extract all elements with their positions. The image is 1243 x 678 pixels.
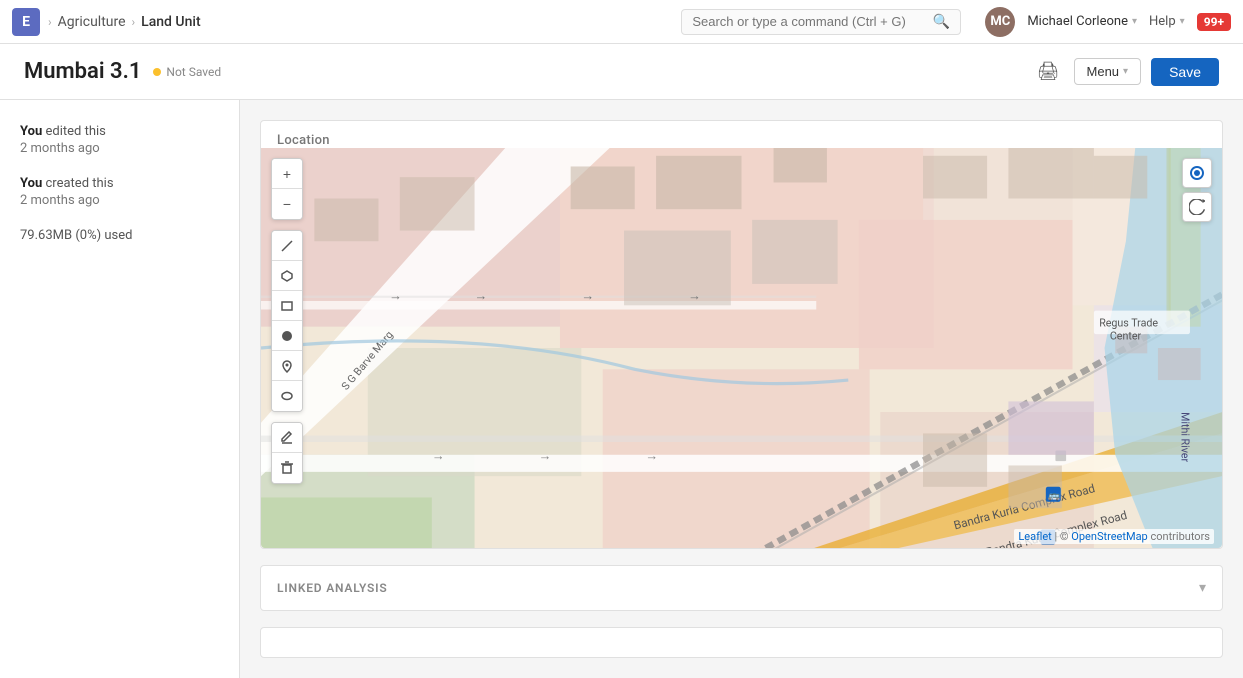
user-menu[interactable]: Michael Corleone ▾ (1027, 14, 1137, 29)
linked-analysis-header[interactable]: LINKED ANALYSIS ▾ (277, 580, 1206, 596)
sidebar: You edited this 2 months ago You created… (0, 100, 240, 678)
chevron-down-icon-linked: ▾ (1199, 580, 1206, 596)
content-area: Location (240, 100, 1243, 678)
svg-text:→: → (581, 289, 594, 304)
map-toolbar: + − (271, 158, 303, 484)
zoom-out-button[interactable]: − (272, 189, 302, 219)
map-container[interactable]: Bandra Kurla Complex Road Bandra Kurla C… (261, 148, 1222, 548)
page-title: Mumbai 3.1 (24, 59, 141, 84)
leaflet-link[interactable]: Leaflet (1018, 530, 1051, 543)
draw-rectangle-button[interactable] (272, 291, 302, 321)
osm-link[interactable]: OpenStreetMap (1071, 530, 1147, 543)
svg-text:Regus Trade: Regus Trade (1099, 317, 1158, 330)
created-label: You (20, 176, 42, 191)
svg-text:→: → (688, 289, 701, 304)
map-attribution: Leaflet | © OpenStreetMap contributors (1014, 529, 1214, 544)
draw-line-button[interactable] (272, 231, 302, 261)
created-time: 2 months ago (20, 193, 219, 208)
created-action: created this (46, 176, 114, 191)
menu-button[interactable]: Menu ▾ (1074, 58, 1142, 85)
svg-text:→: → (475, 289, 488, 304)
edited-action: edited this (46, 124, 106, 139)
svg-text:Mithi River: Mithi River (1178, 412, 1191, 462)
header-actions: 🖨 Menu ▾ Save (1033, 57, 1219, 86)
svg-text:Center: Center (1110, 329, 1142, 342)
map-svg: Bandra Kurla Complex Road Bandra Kurla C… (261, 148, 1222, 548)
created-info: You created this 2 months ago (20, 176, 219, 208)
storage-info: 79.63MB (0%) used (20, 228, 219, 243)
chevron-down-icon: ▾ (1132, 16, 1137, 27)
bottom-card (260, 627, 1223, 658)
svg-text:→: → (389, 289, 402, 304)
location-title: Location (261, 121, 1222, 148)
linked-analysis-card: LINKED ANALYSIS ▾ (260, 565, 1223, 611)
zoom-controls: + − (271, 158, 303, 220)
print-button[interactable]: 🖨 (1033, 57, 1064, 86)
help-button[interactable]: Help ▾ (1149, 14, 1185, 29)
linked-analysis-title: LINKED ANALYSIS (277, 581, 388, 595)
search-bar[interactable]: 🔍 (681, 9, 961, 35)
status-dot (153, 68, 161, 76)
avatar: MC (985, 7, 1015, 37)
edit-button[interactable] (272, 423, 302, 453)
status-badge: Not Saved (153, 65, 221, 79)
svg-text:→: → (539, 449, 552, 464)
chevron-right-icon: › (48, 15, 52, 29)
edited-info: You edited this 2 months ago (20, 124, 219, 156)
map-controls-right (1182, 158, 1212, 222)
refresh-button[interactable] (1182, 192, 1212, 222)
chevron-down-icon-help: ▾ (1180, 16, 1185, 27)
search-input[interactable] (692, 14, 927, 29)
draw-polygon-button[interactable] (272, 261, 302, 291)
app-logo[interactable]: E (12, 8, 40, 36)
page-header: Mumbai 3.1 Not Saved 🖨 Menu ▾ Save (0, 44, 1243, 100)
draw-tools (271, 230, 303, 412)
svg-text:🚌: 🚌 (1048, 491, 1060, 502)
breadcrumb: › Agriculture › Land Unit (48, 14, 201, 30)
location-card: Location (260, 120, 1223, 549)
draw-ellipse-button[interactable] (272, 381, 302, 411)
navbar: E › Agriculture › Land Unit 🔍 MC Michael… (0, 0, 1243, 44)
main-layout: You edited this 2 months ago You created… (0, 100, 1243, 678)
navbar-right: MC Michael Corleone ▾ Help ▾ 99+ (985, 7, 1231, 37)
delete-button[interactable] (272, 453, 302, 483)
zoom-in-button[interactable]: + (272, 159, 302, 189)
edit-tools (271, 422, 303, 484)
svg-text:→: → (645, 449, 658, 464)
breadcrumb-land-unit: Land Unit (141, 14, 200, 30)
breadcrumb-agriculture[interactable]: Agriculture (58, 14, 126, 30)
svg-text:→: → (432, 449, 445, 464)
draw-circle-button[interactable] (272, 321, 302, 351)
chevron-down-icon-menu: ▾ (1123, 66, 1128, 77)
save-button[interactable]: Save (1151, 58, 1219, 86)
edited-label: You (20, 124, 42, 139)
chevron-right-icon-2: › (132, 15, 136, 29)
title-area: Mumbai 3.1 Not Saved (24, 59, 221, 84)
edited-time: 2 months ago (20, 141, 219, 156)
locate-button[interactable] (1182, 158, 1212, 188)
notification-badge[interactable]: 99+ (1197, 13, 1231, 31)
draw-marker-button[interactable] (272, 351, 302, 381)
search-icon: 🔍 (933, 14, 950, 30)
